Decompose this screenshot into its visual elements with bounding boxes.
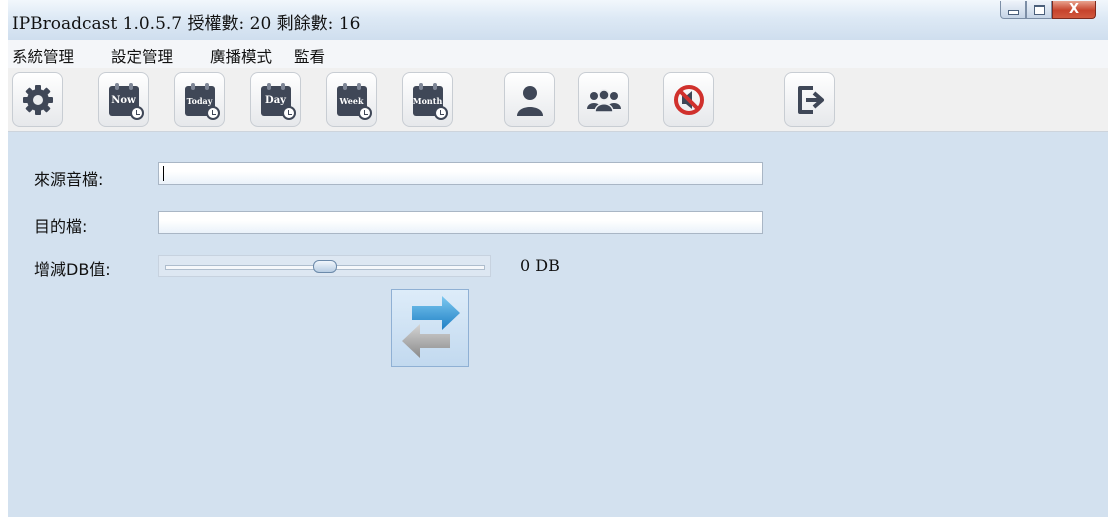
source-file-input[interactable]: [158, 162, 763, 185]
mute-button[interactable]: [663, 72, 714, 127]
schedule-day-button[interactable]: Day: [250, 72, 301, 127]
calendar-month-label: Month: [412, 95, 443, 106]
source-file-label: 來源音檔:: [34, 170, 104, 189]
close-icon: X: [1068, 2, 1080, 17]
app-window: IPBroadcast 1.0.5.7 授權數: 20 剩餘數: 16 X 系統…: [8, 0, 1108, 517]
calendar-day-label: Day: [265, 94, 286, 106]
calendar-day-icon: Day: [259, 82, 296, 120]
minimize-button[interactable]: [1000, 1, 1026, 19]
menu-broadcast-mode[interactable]: 廣播模式: [210, 45, 272, 67]
user-button[interactable]: [504, 72, 555, 127]
maximize-icon: [1033, 4, 1045, 15]
calendar-now-label: Now: [111, 94, 136, 106]
title-bar: IPBroadcast 1.0.5.7 授權數: 20 剩餘數: 16 X: [8, 0, 1108, 40]
db-value-readout: 0 DB: [520, 256, 560, 275]
convert-arrows-icon: [402, 296, 460, 358]
menu-bar: 系統管理 設定管理 廣播模式 監看: [8, 40, 1108, 68]
calendar-now-icon: Now: [107, 82, 144, 120]
minimize-icon: [1007, 10, 1019, 15]
toolbar: Now Today Day Week Month: [8, 68, 1108, 132]
window-title: IPBroadcast 1.0.5.7 授權數: 20 剩餘數: 16: [12, 14, 361, 34]
db-adjust-slider[interactable]: [158, 255, 491, 277]
calendar-month-icon: Month: [411, 82, 448, 120]
calendar-week-label: Week: [339, 95, 364, 106]
convert-button[interactable]: [391, 289, 469, 367]
user-group-button[interactable]: [578, 72, 629, 127]
close-button[interactable]: X: [1052, 1, 1096, 19]
destination-file-input[interactable]: [158, 211, 763, 234]
calendar-week-icon: Week: [335, 82, 372, 120]
calendar-today-icon: Today: [183, 82, 220, 120]
mute-icon: [673, 84, 704, 115]
db-adjust-label: 增減DB值:: [34, 260, 111, 279]
schedule-today-button[interactable]: Today: [174, 72, 225, 127]
text-caret: [163, 166, 164, 181]
users-group-icon: [586, 88, 621, 113]
schedule-now-button[interactable]: Now: [98, 72, 149, 127]
window-controls: X: [1000, 1, 1096, 19]
calendar-today-label: Today: [186, 95, 213, 106]
schedule-week-button[interactable]: Week: [326, 72, 377, 127]
slider-thumb[interactable]: [313, 260, 337, 273]
maximize-button[interactable]: [1026, 1, 1052, 19]
destination-file-label: 目的檔:: [34, 217, 88, 236]
exit-icon: [797, 85, 824, 114]
menu-monitor[interactable]: 監看: [294, 45, 325, 67]
user-icon: [516, 85, 543, 116]
gear-icon: [22, 84, 53, 115]
exit-button[interactable]: [784, 72, 835, 127]
schedule-month-button[interactable]: Month: [402, 72, 453, 127]
menu-settings-management[interactable]: 設定管理: [111, 45, 173, 67]
menu-system-management[interactable]: 系統管理: [12, 45, 74, 67]
settings-button[interactable]: [12, 72, 63, 127]
